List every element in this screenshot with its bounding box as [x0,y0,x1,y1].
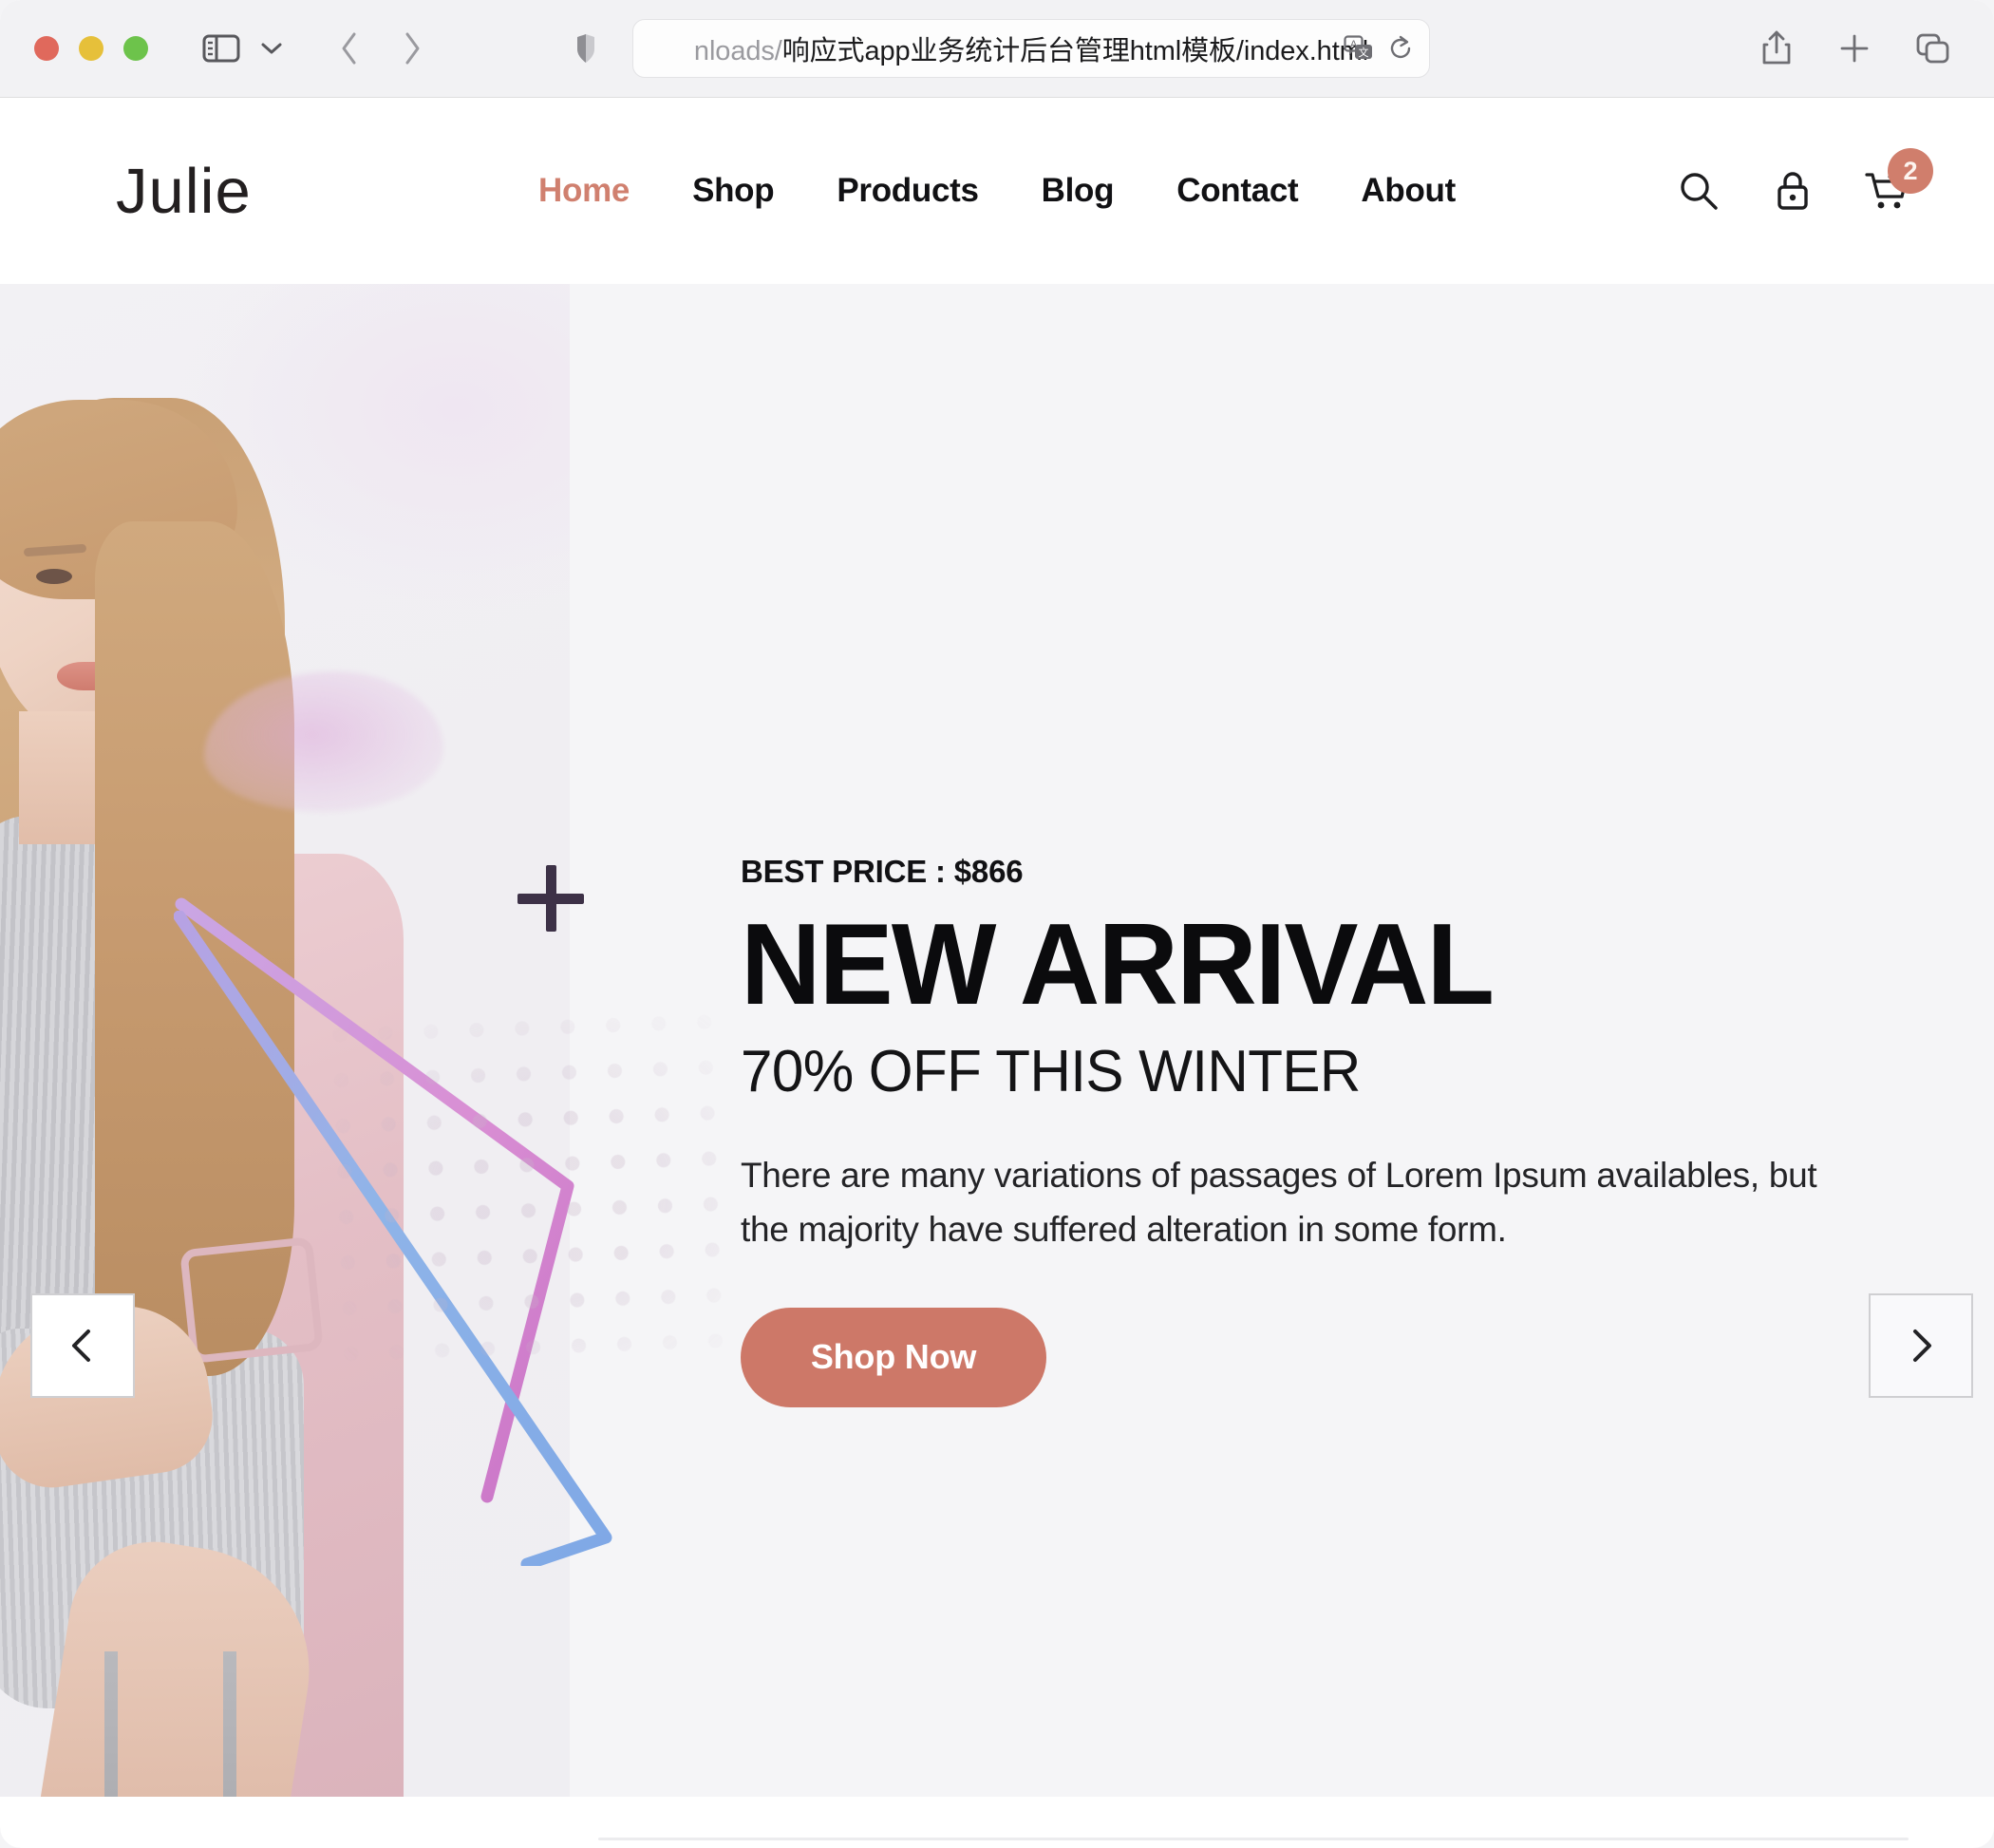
address-bar[interactable]: nloads/响应式app业务统计后台管理html模板/index.html A… [632,19,1430,78]
slider-next-button[interactable] [1869,1293,1973,1398]
chevron-down-icon[interactable] [253,26,291,71]
sidebar-controls [196,26,291,71]
minimize-window-button[interactable] [79,36,103,61]
hero-paragraph: There are many variations of passages of… [741,1156,1817,1249]
site-header: Julie Home Shop Products Blog Contact Ab… [0,98,1994,284]
main-navigation: Home Shop Products Blog Contact About [538,172,1456,210]
decorative-stripes [530,1815,583,1848]
add-shopping-cart-icon[interactable]: 2 [1865,148,1933,213]
navigation-arrows [330,26,431,71]
slider-prev-button[interactable] [30,1293,135,1398]
toolbar-right-actions [1760,29,1950,67]
svg-text:文: 文 [1359,46,1369,59]
url-prefix: nloads/ [693,36,782,66]
hero-content: BEST PRICE : $866 NEW ARRIVAL 70% OFF TH… [741,854,1861,1407]
nav-item-blog[interactable]: Blog [1042,172,1115,210]
hero-eyebrow: BEST PRICE : $866 [741,854,1024,889]
decorative-dot-pattern [316,998,728,1393]
browser-window: nloads/响应式app业务统计后台管理html模板/index.html A… [0,0,1994,1848]
privacy-shield-icon[interactable] [574,32,598,65]
new-tab-icon[interactable] [1838,32,1871,65]
site-logo[interactable]: Julie [116,155,252,228]
hero-subtitle: 70% OFF THIS WINTER [741,1039,1361,1105]
nav-item-contact[interactable]: Contact [1176,172,1298,210]
address-bar-text: nloads/响应式app业务统计后台管理html模板/index.html [694,28,1368,68]
close-window-button[interactable] [34,36,59,61]
sidebar-toggle-icon[interactable] [196,26,247,71]
decorative-plus-icon [517,865,584,932]
address-bar-actions: A 文 [1344,35,1414,62]
back-arrow-icon[interactable] [330,26,368,71]
nav-item-home[interactable]: Home [538,172,630,210]
maximize-window-button[interactable] [123,36,148,61]
hero-section: BEST PRICE : $866 NEW ARRIVAL 70% OFF TH… [0,284,1994,1848]
url-path: 响应式app业务统计后台管理html模板/index.html [781,36,1369,66]
hero-title: NEW ARRIVAL [741,899,1495,1028]
cart-count-badge: 2 [1888,148,1933,194]
forward-arrow-icon[interactable] [393,26,431,71]
web-page: Julie Home Shop Products Blog Contact Ab… [0,98,1994,1848]
window-controls [34,36,148,61]
share-icon[interactable] [1760,29,1793,67]
nav-item-products[interactable]: Products [837,172,979,210]
header-actions: 2 [1677,148,1933,213]
nav-item-about[interactable]: About [1361,172,1456,210]
search-icon[interactable] [1677,169,1721,213]
tab-overview-icon[interactable] [1916,32,1950,65]
reload-icon[interactable] [1387,35,1414,62]
translate-icon[interactable]: A 文 [1344,35,1374,62]
shop-now-button[interactable]: Shop Now [741,1307,1046,1407]
lock-icon[interactable] [1772,169,1814,213]
browser-toolbar: nloads/响应式app业务统计后台管理html模板/index.html A… [0,0,1994,98]
nav-item-shop[interactable]: Shop [692,172,775,210]
chevron-left-icon [72,1329,90,1362]
chevron-right-icon [1913,1329,1931,1362]
